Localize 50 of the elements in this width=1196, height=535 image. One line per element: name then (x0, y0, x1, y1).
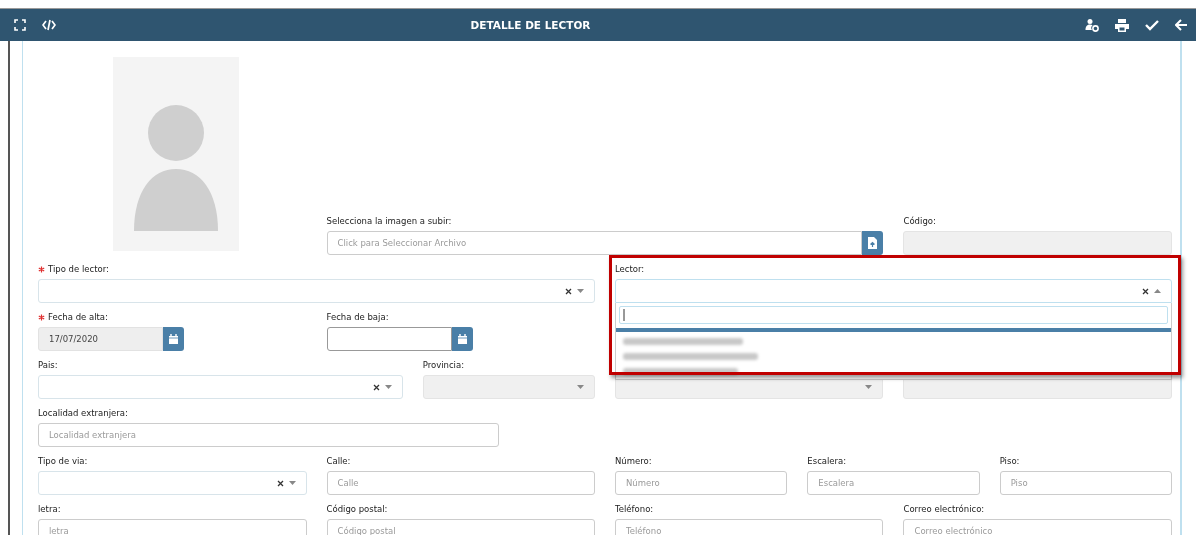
select-field[interactable] (38, 279, 595, 303)
upload-button[interactable] (862, 231, 884, 255)
field-label: Localidad extranjera: (38, 408, 128, 418)
field-label: Selecciona la imagen a subir: (326, 216, 452, 226)
clear-icon (276, 479, 284, 487)
window-title: DETALLE DE LECTOR (470, 19, 591, 31)
text-field[interactable]: letra (38, 519, 307, 535)
field-label: Fecha de alta: (48, 312, 108, 322)
text-field[interactable]: Teléfono (615, 519, 884, 535)
text-field[interactable]: Localidad extranjera (38, 423, 499, 447)
calendar-icon (169, 334, 178, 344)
text-field[interactable]: Calle (326, 471, 595, 495)
text-field[interactable]: Escalera (807, 471, 980, 495)
text-field[interactable]: Código postal (326, 519, 595, 535)
field-label: Tipo de lector: (48, 264, 109, 274)
field-label: Correo electrónico: (903, 504, 985, 514)
file-upload-icon (868, 237, 878, 249)
field-label: Calle: (326, 456, 351, 466)
field-label: Código: (903, 216, 936, 226)
field-label: Tipo de via: (38, 456, 88, 466)
clear-icon (565, 287, 572, 295)
field-label: Escalera: (807, 456, 847, 466)
text-cursor-icon (623, 309, 625, 321)
text-field[interactable]: Correo electrónico (903, 519, 1172, 535)
text-field[interactable]: Número (615, 471, 788, 495)
calendar-icon (457, 334, 467, 344)
check-icon (1145, 19, 1159, 31)
search-field[interactable] (619, 306, 1168, 324)
code-icon (42, 19, 56, 31)
text-field[interactable]: Piso (999, 471, 1172, 495)
field-label: Teléfono: (615, 504, 654, 514)
field-label: Piso: (999, 456, 1020, 466)
select-field[interactable] (38, 471, 307, 495)
field-label: letra: (38, 504, 61, 514)
arrow-left-icon (1175, 19, 1188, 31)
date-field[interactable] (326, 327, 452, 351)
field-label: Lector: (615, 264, 645, 274)
field-label: Código postal: (326, 504, 388, 514)
print-icon (1115, 18, 1129, 32)
field-label: Fecha de baja: (326, 312, 389, 322)
calendar-button[interactable] (163, 327, 184, 351)
select-field[interactable] (615, 279, 1172, 303)
fullscreen-icon (14, 19, 26, 31)
calendar-button[interactable] (451, 327, 473, 351)
clear-icon (1142, 287, 1149, 295)
clear-icon (372, 383, 380, 391)
field-label: Provincia: (422, 360, 465, 370)
select-field[interactable] (38, 375, 403, 399)
field-label: Pais: (38, 360, 58, 370)
field-label: Número: (615, 456, 652, 466)
